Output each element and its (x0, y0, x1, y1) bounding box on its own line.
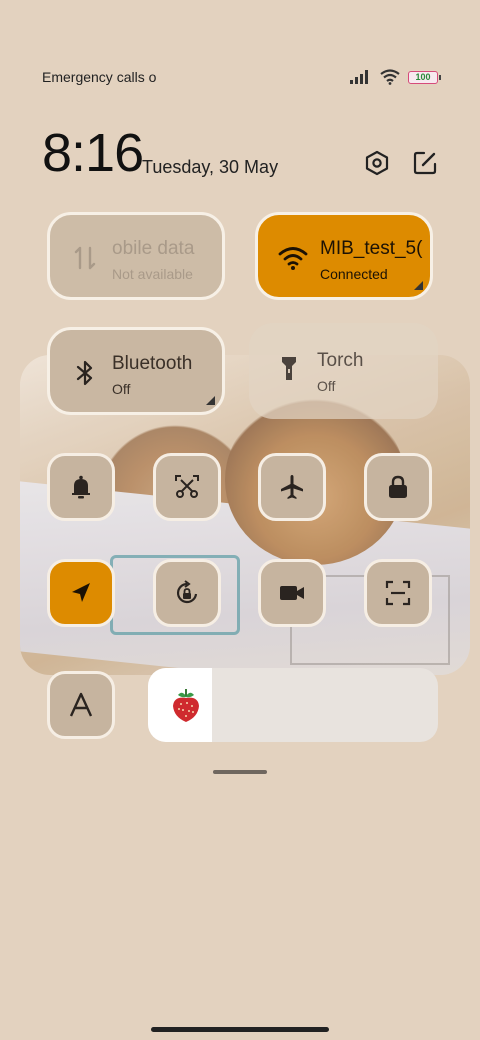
video-camera-icon (280, 586, 304, 600)
screenshot-toggle[interactable] (153, 453, 221, 521)
signal-bars-icon (350, 70, 368, 84)
scissors-screenshot-icon (175, 475, 199, 498)
font-size-toggle[interactable] (47, 671, 115, 739)
strawberry-icon (173, 689, 199, 722)
silent-toggle[interactable] (47, 453, 115, 521)
header: 8:16 Tuesday, 30 May (42, 122, 438, 183)
expand-corner-icon[interactable] (414, 281, 423, 290)
battery-indicator: 100 (408, 70, 441, 84)
date: Tuesday, 30 May (142, 157, 279, 177)
status-icons: 100 (350, 69, 441, 85)
location-arrow-icon (72, 583, 90, 602)
bluetooth-title: Bluetooth (112, 353, 193, 374)
mobile-data-status: Not available (112, 266, 193, 282)
font-a-icon (69, 692, 93, 717)
scanner-toggle[interactable] (364, 559, 432, 627)
header-icons (364, 150, 438, 176)
torch-status: Off (317, 378, 336, 394)
torch-icon (282, 357, 296, 380)
wifi-icon (380, 69, 400, 85)
wifi-status: Connected (320, 266, 388, 282)
torch-tile[interactable]: Torch Off (249, 323, 438, 419)
screen-recorder-toggle[interactable] (258, 559, 326, 627)
torch-title: Torch (317, 350, 364, 371)
bell-icon (72, 475, 90, 499)
edit-icon[interactable] (412, 150, 438, 176)
lock-icon (389, 475, 407, 498)
home-indicator[interactable] (151, 1027, 329, 1032)
bluetooth-tile[interactable]: Bluetooth Off (47, 327, 225, 415)
mobile-data-title: obile data (112, 238, 195, 259)
lock-screen-toggle[interactable] (364, 453, 432, 521)
location-toggle[interactable] (47, 559, 115, 627)
status-bar: Emergency calls o 100 (42, 68, 441, 86)
carrier-text: Emergency calls o (42, 69, 157, 85)
drag-handle[interactable] (213, 770, 267, 774)
expand-corner-icon[interactable] (206, 396, 215, 405)
brightness-slider[interactable] (148, 668, 438, 742)
airplane-icon (281, 475, 303, 499)
wifi-network-name: MIB_test_5( (320, 238, 423, 259)
mobile-data-arrows-icon (74, 246, 96, 270)
bluetooth-status: Off (112, 381, 131, 397)
rotation-lock-toggle[interactable] (153, 559, 221, 627)
mobile-data-tile[interactable]: obile data Not available (47, 212, 225, 300)
scan-frame-icon (385, 580, 411, 606)
clock: 8:16 (42, 123, 144, 183)
wifi-tile[interactable]: MIB_test_5( Connected (255, 212, 433, 300)
settings-icon[interactable] (364, 150, 390, 176)
wifi-icon (278, 247, 308, 270)
rotation-lock-icon (176, 580, 198, 604)
airplane-mode-toggle[interactable] (258, 453, 326, 521)
bluetooth-icon (76, 360, 93, 386)
